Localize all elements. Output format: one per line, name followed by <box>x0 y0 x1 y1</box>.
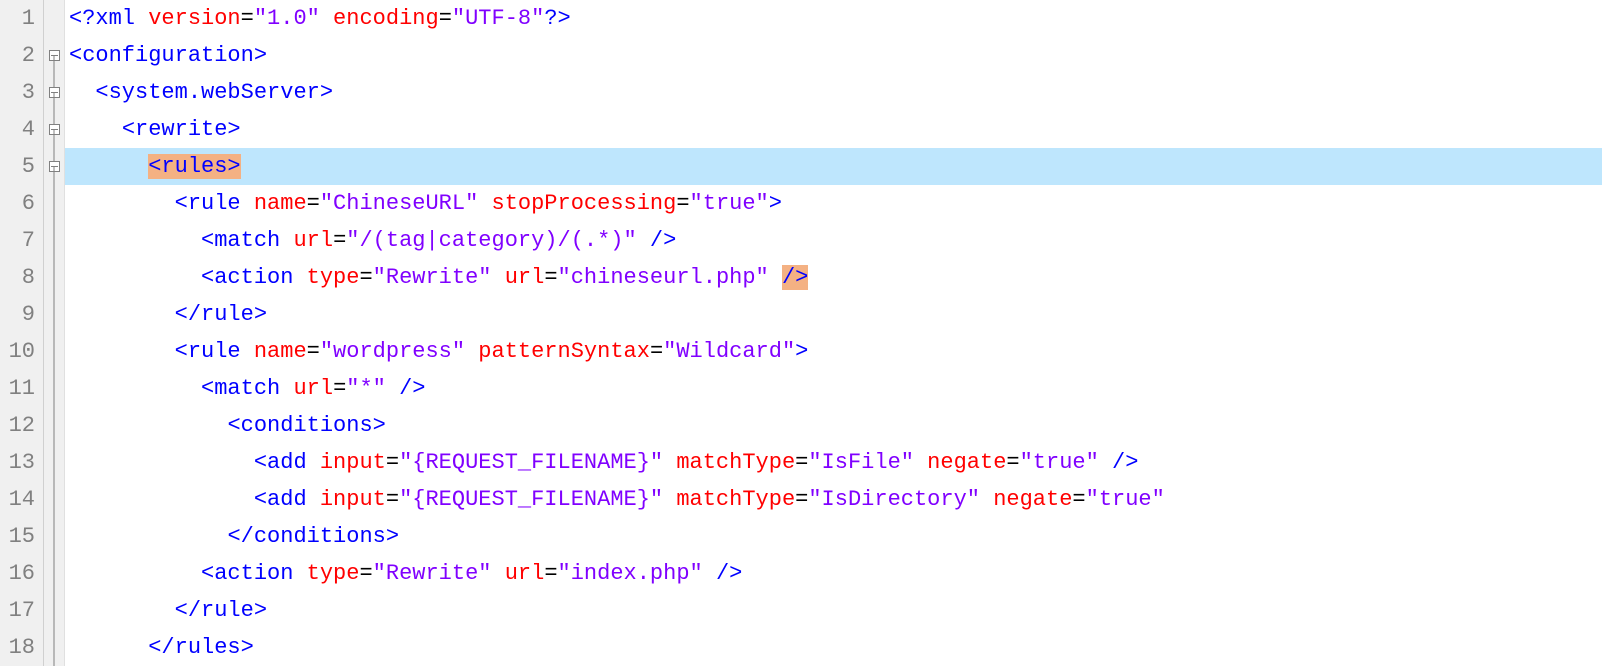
line-number[interactable]: 11 <box>4 370 35 407</box>
line-number[interactable]: 4 <box>4 111 35 148</box>
fold-toggle[interactable] <box>44 148 64 185</box>
code-editor[interactable]: 1 2 3 4 5 6 7 8 9 10 11 12 13 14 15 16 1… <box>0 0 1602 666</box>
code-line[interactable]: <rewrite> <box>65 111 1602 148</box>
code-line[interactable]: </rule> <box>65 296 1602 333</box>
line-number[interactable]: 6 <box>4 185 35 222</box>
line-number[interactable]: 15 <box>4 518 35 555</box>
fold-guide <box>44 555 64 592</box>
fold-guide <box>44 370 64 407</box>
fold-guide <box>44 333 64 370</box>
fold-toggle[interactable] <box>44 74 64 111</box>
fold-guide <box>44 518 64 555</box>
code-line[interactable]: <match url="/(tag|category)/(.*)" /> <box>65 222 1602 259</box>
code-line[interactable]: <action type="Rewrite" url="index.php" /… <box>65 555 1602 592</box>
code-line[interactable]: <?xml version="1.0" encoding="UTF-8"?> <box>65 0 1602 37</box>
code-line[interactable]: </rules> <box>65 629 1602 666</box>
fold-guide <box>44 222 64 259</box>
line-number[interactable]: 17 <box>4 592 35 629</box>
code-line[interactable]: <match url="*" /> <box>65 370 1602 407</box>
line-number-gutter[interactable]: 1 2 3 4 5 6 7 8 9 10 11 12 13 14 15 16 1… <box>0 0 44 666</box>
line-number[interactable]: 8 <box>4 259 35 296</box>
line-number[interactable]: 3 <box>4 74 35 111</box>
highlighted-match: <rule <box>148 154 214 179</box>
line-number[interactable]: 18 <box>4 629 35 666</box>
line-number[interactable]: 5 <box>4 148 35 185</box>
code-line[interactable]: </conditions> <box>65 518 1602 555</box>
code-line-active[interactable]: <rules> <box>65 148 1602 185</box>
code-area[interactable]: <?xml version="1.0" encoding="UTF-8"?> <… <box>65 0 1602 666</box>
highlighted-match: s> <box>214 154 240 179</box>
fold-guide <box>44 481 64 518</box>
fold-guide <box>44 444 64 481</box>
fold-guide <box>44 592 64 629</box>
fold-guide <box>44 629 64 666</box>
line-number[interactable]: 1 <box>4 0 35 37</box>
code-line[interactable]: <add input="{REQUEST_FILENAME}" matchTyp… <box>65 481 1602 518</box>
line-number[interactable]: 2 <box>4 37 35 74</box>
code-line[interactable]: <conditions> <box>65 407 1602 444</box>
line-number[interactable]: 14 <box>4 481 35 518</box>
fold-guide <box>44 407 64 444</box>
fold-guide <box>44 185 64 222</box>
code-line[interactable]: <rule name="ChineseURL" stopProcessing="… <box>65 185 1602 222</box>
code-line[interactable]: <rule name="wordpress" patternSyntax="Wi… <box>65 333 1602 370</box>
fold-toggle[interactable] <box>44 111 64 148</box>
code-line[interactable]: </rule> <box>65 592 1602 629</box>
line-number[interactable]: 9 <box>4 296 35 333</box>
line-number[interactable]: 7 <box>4 222 35 259</box>
line-number[interactable]: 10 <box>4 333 35 370</box>
fold-gutter[interactable] <box>44 0 65 666</box>
code-line[interactable]: <add input="{REQUEST_FILENAME}" matchTyp… <box>65 444 1602 481</box>
fold-cell <box>44 0 64 37</box>
fold-guide <box>44 296 64 333</box>
fold-toggle[interactable] <box>44 37 64 74</box>
line-number[interactable]: 13 <box>4 444 35 481</box>
code-line[interactable]: <system.webServer> <box>65 74 1602 111</box>
fold-guide <box>44 259 64 296</box>
code-line[interactable]: <action type="Rewrite" url="chineseurl.p… <box>65 259 1602 296</box>
line-number[interactable]: 12 <box>4 407 35 444</box>
line-number[interactable]: 16 <box>4 555 35 592</box>
code-line[interactable]: <configuration> <box>65 37 1602 74</box>
highlighted-match: /> <box>782 265 808 290</box>
